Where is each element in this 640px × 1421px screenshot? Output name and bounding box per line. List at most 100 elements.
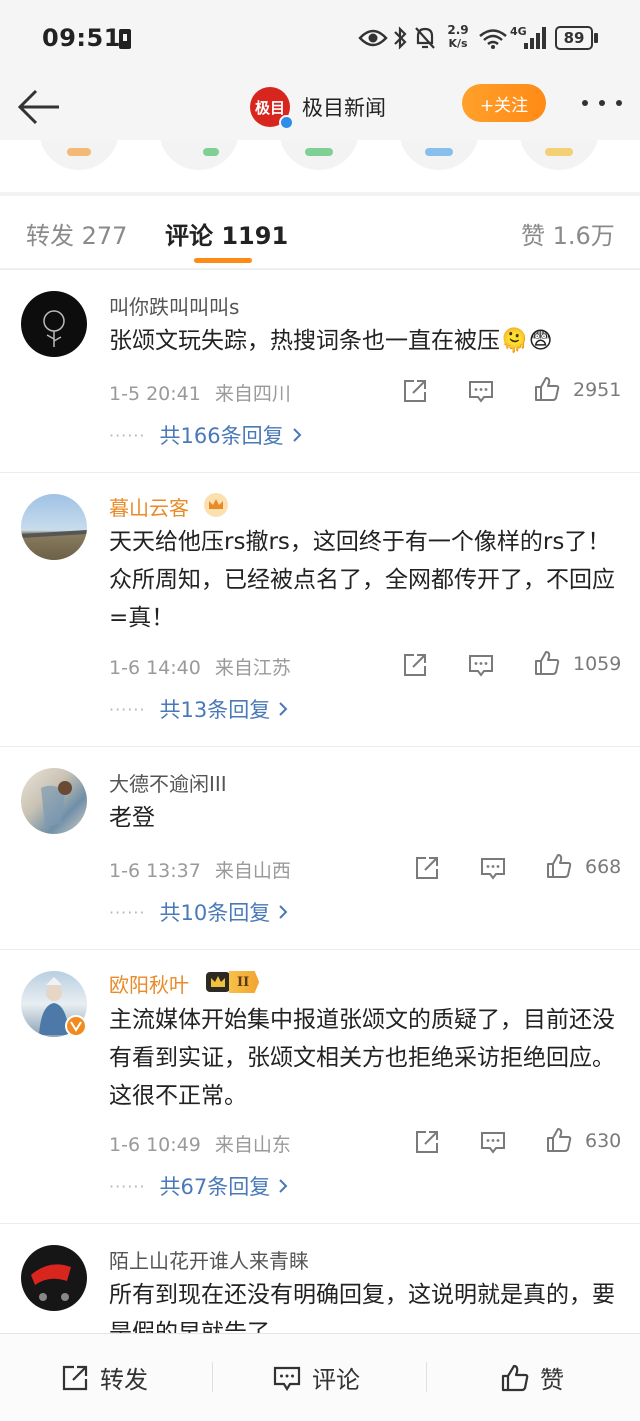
like-thumb-icon[interactable] xyxy=(545,852,573,880)
battery: 89 xyxy=(555,26,593,50)
comment-text: 主流媒体开始集中报道张颂文的质疑了，目前还没有看到实证，张颂文相关方也拒绝采访拒… xyxy=(109,1007,615,1109)
comment-meta: 1-6 13:37 来自山西 xyxy=(109,856,291,883)
comment-location: 来自山东 xyxy=(214,1134,291,1156)
comment-meta: 1-6 14:40 来自江苏 xyxy=(109,653,291,680)
share-option[interactable] xyxy=(519,140,599,170)
signal-icon xyxy=(524,27,546,49)
battery-level: 89 xyxy=(563,29,585,47)
share-comment-icon[interactable] xyxy=(401,651,429,679)
eye-icon xyxy=(358,29,388,47)
net-speed: 2.9 K/s xyxy=(444,24,472,51)
reply-comment-icon[interactable] xyxy=(467,651,495,679)
reply-indent-dots: ······ xyxy=(109,699,146,719)
view-replies-link[interactable]: ······ 共13条回复 xyxy=(109,694,288,724)
more-dot-icon xyxy=(616,100,622,106)
like-thumb-icon[interactable] xyxy=(545,1126,573,1154)
like-thumb-icon[interactable] xyxy=(533,649,561,677)
divider xyxy=(0,746,640,747)
comment-location: 来自四川 xyxy=(214,383,291,405)
reply-indent-dots: ······ xyxy=(109,425,146,445)
tab-likes[interactable]: 赞 1.6万 xyxy=(521,216,615,251)
comment-username[interactable]: 欧阳秋叶 xyxy=(109,969,189,998)
status-time: 09:51 xyxy=(42,24,121,52)
tab-repost[interactable]: 转发 277 xyxy=(26,216,127,251)
avatar[interactable] xyxy=(21,494,87,560)
share-comment-icon[interactable] xyxy=(413,854,441,882)
account-logo: 极目 xyxy=(250,87,294,130)
share-option-icon xyxy=(425,148,453,156)
view-replies-link[interactable]: ······ 共166条回复 xyxy=(109,420,302,450)
share-option[interactable] xyxy=(39,140,119,170)
logo-text: 极目 xyxy=(254,98,285,117)
divider xyxy=(0,1223,640,1224)
share-option-icon xyxy=(203,148,219,156)
comment-username[interactable]: 大德不逾闲III xyxy=(109,768,227,797)
comment-button[interactable]: 评论 xyxy=(272,1360,360,1395)
like-thumb-icon[interactable] xyxy=(533,375,561,403)
reply-comment-icon[interactable] xyxy=(479,1128,507,1156)
separator xyxy=(426,1362,427,1392)
mute-bell-icon xyxy=(415,27,435,49)
divider xyxy=(0,949,640,950)
repost-icon xyxy=(62,1365,88,1390)
wifi-icon xyxy=(479,29,507,49)
comment-meta: 1-5 20:41 来自四川 xyxy=(109,379,291,406)
repost-button[interactable]: 转发 xyxy=(60,1360,148,1395)
comment-username[interactable]: 陌上山花开谁人来青睐 xyxy=(109,1245,309,1274)
avatar-image xyxy=(43,310,65,347)
share-option[interactable] xyxy=(279,140,359,170)
comment-text: 所有到现在还没有明确回复，这说明就是真的，要是假的早就告了 xyxy=(109,1282,615,1333)
active-tab-indicator xyxy=(194,258,252,263)
view-replies-link[interactable]: ······ 共67条回复 xyxy=(109,1171,288,1201)
comment-text: 老登 xyxy=(109,805,155,831)
like-button[interactable]: 赞 xyxy=(500,1360,564,1395)
share-option[interactable] xyxy=(399,140,479,170)
share-options-strip xyxy=(0,140,640,192)
reply-count: 共166条回复 xyxy=(159,424,284,448)
reply-count: 共13条回复 xyxy=(159,698,271,722)
view-replies-link[interactable]: ······ 共10条回复 xyxy=(109,897,288,927)
reply-indent-dots: ······ xyxy=(109,902,146,922)
separator xyxy=(212,1362,213,1392)
comment-text: 天天给他压rs撤rs，这回终于有一个像样的rs了！众所周知，已经被点名了，全网都… xyxy=(109,529,615,631)
repost-label: 转发 xyxy=(100,1366,148,1394)
reply-comment-icon[interactable] xyxy=(479,854,507,882)
avatar-image xyxy=(31,1264,71,1301)
avatar-image xyxy=(41,781,72,826)
chevron-right-icon xyxy=(279,1179,288,1193)
avatar[interactable] xyxy=(21,768,87,834)
comment-username[interactable]: 暮山云客 xyxy=(109,492,189,521)
share-option-icon xyxy=(305,148,333,156)
share-comment-icon[interactable] xyxy=(401,377,429,405)
sim-card-icon xyxy=(119,29,131,49)
avatar[interactable] xyxy=(21,291,87,357)
verified-badge-icon xyxy=(279,115,294,130)
nav-bar: 极目 极目新闻 +关注 xyxy=(0,76,640,140)
divider xyxy=(0,269,640,270)
avatar[interactable] xyxy=(21,1245,87,1311)
comment-time: 1-6 14:40 xyxy=(109,657,201,679)
comment-icon xyxy=(273,1366,301,1391)
tab-comment[interactable]: 评论 1191 xyxy=(165,216,288,251)
comment-time: 1-5 20:41 xyxy=(109,383,201,405)
bottom-action-bar: 转发 评论 赞 xyxy=(0,1333,640,1421)
reply-comment-icon[interactable] xyxy=(467,377,495,405)
chevron-right-icon xyxy=(279,905,288,919)
like-count: 1059 xyxy=(573,653,622,675)
account-name: 极目新闻 xyxy=(302,96,386,120)
status-bar: 09:51 2.9 K/s 4G 89 xyxy=(0,0,640,76)
comment-username[interactable]: 叫你跌叫叫叫s xyxy=(109,291,239,320)
comment-text: 张颂文玩失踪，热搜词条也一直在被压🫠😨 xyxy=(109,328,553,354)
comment-label: 评论 xyxy=(312,1366,360,1394)
avatar-image xyxy=(21,530,87,538)
account-header[interactable]: 极目 极目新闻 xyxy=(250,82,386,132)
more-options-button[interactable] xyxy=(578,88,626,118)
share-option-icon xyxy=(67,148,91,156)
more-dot-icon xyxy=(582,100,588,106)
share-comment-icon[interactable] xyxy=(413,1128,441,1156)
share-option[interactable] xyxy=(159,140,239,170)
vip-crown-icon xyxy=(206,972,230,992)
back-button[interactable] xyxy=(14,82,64,132)
post-tabs: 转发 277 评论 1191 赞 1.6万 xyxy=(0,196,640,268)
follow-button[interactable]: +关注 xyxy=(462,84,546,122)
